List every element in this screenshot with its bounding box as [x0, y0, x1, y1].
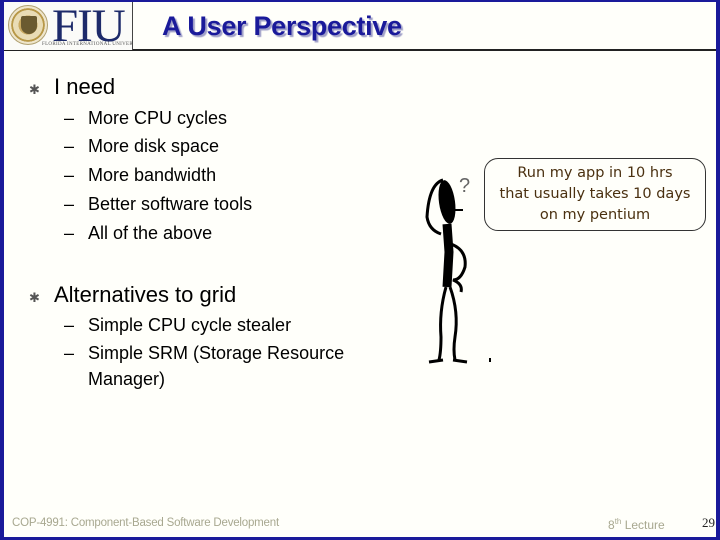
sub-bullet: Simple SRM (Storage Resource — [88, 343, 345, 363]
slide-header: FIU FLORIDA INTERNATIONAL UNIVERSITY A U… — [4, 2, 716, 51]
footer-lecture: 8th Lecture — [608, 517, 665, 532]
speech-line: on my pentium — [539, 207, 651, 223]
dash-icon: – — [64, 223, 75, 243]
dash-icon: – — [64, 108, 75, 128]
logo-subtext: FLORIDA INTERNATIONAL UNIVERSITY — [42, 42, 133, 47]
dash-icon: – — [64, 343, 75, 363]
dash-icon: – — [64, 194, 75, 214]
university-seal-icon — [8, 5, 48, 45]
sub-bullet: All of the above — [88, 223, 213, 243]
speech-bubble: Run my app in 10 hrs that usually takes … — [484, 158, 706, 231]
sub-bullet: More CPU cycles — [88, 108, 228, 128]
bullet-text: Alternatives to grid — [54, 282, 237, 307]
speech-line: Run my app in 10 hrs — [517, 165, 673, 181]
page-number: 29 — [702, 515, 715, 530]
slide-title: A User Perspective — [162, 11, 402, 41]
lecture-number: 8 — [608, 518, 615, 532]
dash-icon: – — [64, 136, 75, 156]
lecture-label: Lecture — [621, 518, 665, 532]
question-mark: ? — [459, 175, 470, 197]
bullet-star-icon: ✱ — [29, 82, 40, 97]
dash-icon: – — [64, 315, 75, 335]
fiu-logo: FIU FLORIDA INTERNATIONAL UNIVERSITY — [4, 2, 133, 50]
sub-bullet-continuation: Manager) — [88, 369, 166, 389]
bullet-star-icon: ✱ — [29, 290, 40, 305]
sub-bullet: More bandwidth — [88, 165, 217, 185]
bullet-text: I need — [54, 74, 116, 99]
sub-bullet: Better software tools — [88, 194, 253, 214]
sub-bullet: More disk space — [88, 136, 220, 156]
speech-line: that usually takes 10 days — [499, 186, 691, 202]
footer-course: COP-4991: Component-Based Software Devel… — [12, 517, 279, 529]
sub-bullet: Simple CPU cycle stealer — [88, 315, 292, 335]
slide: FIU FLORIDA INTERNATIONAL UNIVERSITY A U… — [0, 0, 720, 540]
dash-icon: – — [64, 165, 75, 185]
